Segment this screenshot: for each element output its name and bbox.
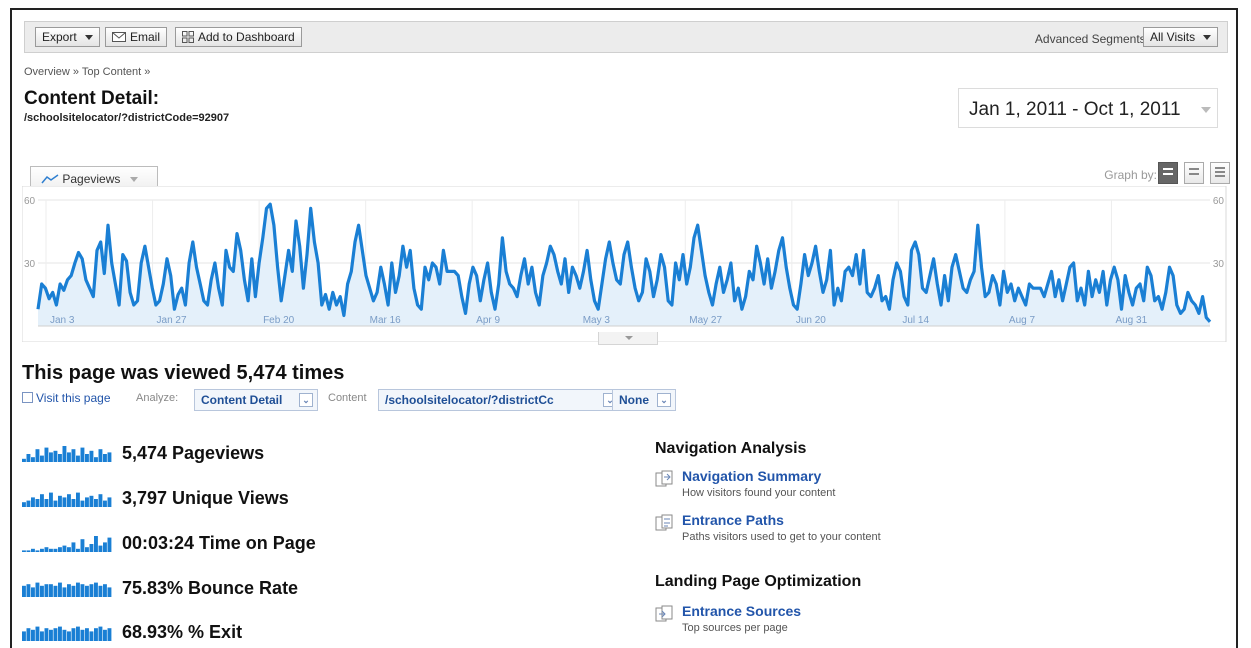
y-tick-label: 30 [1213, 259, 1225, 270]
analyze-label: Analyze: [136, 392, 179, 404]
secondary-value: None [619, 393, 649, 407]
chevron-down-icon [1203, 34, 1212, 40]
metric-row[interactable]: 75.83% Bounce Rate [22, 576, 298, 600]
visit-page-label: Visit this page [36, 391, 111, 405]
sparkline-icon [22, 582, 112, 597]
metric-text[interactable]: 00:03:24 Time on Page [122, 533, 316, 554]
content-select[interactable]: /schoolsitelocator/?districtCc ⌄ [378, 389, 622, 411]
dashboard-grid-icon [182, 31, 194, 43]
x-tick-label: Aug 31 [1115, 315, 1147, 326]
export-button-label: Export [42, 30, 77, 44]
x-tick-label: Jul 14 [902, 315, 929, 326]
x-tick-label: Mar 16 [370, 315, 402, 326]
metric-row[interactable]: 68.93% % Exit [22, 620, 242, 644]
metric-row[interactable]: 3,797 Unique Views [22, 486, 289, 510]
email-button[interactable]: Email [105, 27, 168, 47]
metric-row[interactable]: 5,474 Pageviews [22, 441, 264, 465]
metric-text[interactable]: 75.83% Bounce Rate [122, 578, 298, 599]
add-to-dashboard-button[interactable]: Add to Dashboard [175, 27, 302, 47]
metric-text[interactable]: 68.93% % Exit [122, 622, 242, 643]
chevron-down-icon [84, 34, 93, 40]
chevron-down-icon [1201, 107, 1211, 113]
viewed-count-heading: This page was viewed 5,474 times [22, 362, 345, 384]
sparkline-icon [22, 536, 112, 552]
date-range-picker[interactable]: Jan 1, 2011 - Oct 1, 2011 [958, 88, 1218, 128]
metric-text[interactable]: 5,474 Pageviews [122, 443, 264, 464]
entrance-paths-desc: Paths visitors used to get to your conte… [682, 531, 881, 543]
email-button-label: Email [130, 30, 161, 44]
graph-by-week-button[interactable] [1184, 162, 1204, 184]
double-chevron-icon: ⌄ [657, 393, 671, 407]
x-tick-label: Jun 20 [796, 315, 826, 326]
sparkline-icon [22, 446, 112, 462]
sparkline-icon [22, 626, 112, 641]
sparkline-icon [22, 492, 112, 507]
navigation-analysis-heading: Navigation Analysis [655, 440, 807, 457]
navigation-summary-icon [655, 470, 673, 487]
export-button[interactable]: Export [35, 27, 100, 47]
x-tick-label: Jan 27 [157, 315, 187, 326]
analyze-row: Visit this page Analyze: Content Detail … [22, 389, 722, 411]
tab-pageviews-label: Pageviews [62, 172, 121, 186]
visit-page-link[interactable]: Visit this page [22, 391, 111, 405]
y-tick-label: 60 [1213, 196, 1225, 207]
x-tick-label: Jan 3 [50, 315, 75, 326]
toolbar: Export Email Add to Dashboard Advanced S… [24, 21, 1228, 53]
entrance-sources-desc: Top sources per page [682, 622, 788, 634]
secondary-select[interactable]: None ⌄ [612, 389, 676, 411]
navigation-summary-desc: How visitors found your content [682, 487, 836, 499]
segments-select[interactable]: All Visits [1143, 27, 1219, 47]
navigation-summary-title: Navigation Summary [682, 468, 822, 484]
graph-by-month-button[interactable] [1210, 162, 1230, 184]
double-chevron-icon: ⌄ [299, 393, 313, 407]
entrance-sources-title: Entrance Sources [682, 603, 802, 619]
external-link-icon [22, 392, 33, 403]
content-value: /schoolsitelocator/?districtCc [385, 393, 554, 407]
x-tick-label: Aug 7 [1009, 315, 1036, 326]
page-title: Content Detail: [24, 88, 160, 109]
segments-value: All Visits [1150, 30, 1196, 44]
envelope-icon [112, 32, 126, 42]
x-tick-label: Feb 20 [263, 315, 295, 326]
x-tick-label: May 27 [689, 315, 722, 326]
page-subtitle: /schoolsitelocator/?districtCode=92907 [24, 112, 230, 124]
breadcrumb[interactable]: Overview » Top Content » [24, 66, 150, 78]
graph-by-label: Graph by: [1104, 168, 1157, 182]
dashboard-button-label: Add to Dashboard [198, 30, 295, 44]
y-tick-label: 30 [24, 259, 36, 270]
analyze-select[interactable]: Content Detail ⌄ [194, 389, 318, 411]
y-tick-label: 60 [24, 196, 36, 207]
chevron-down-icon [129, 177, 138, 183]
chart-expand-handle[interactable] [598, 332, 658, 345]
graph-by-day-button[interactable] [1158, 162, 1178, 184]
metric-text[interactable]: 3,797 Unique Views [122, 488, 289, 509]
entrance-paths-icon [655, 514, 673, 531]
content-label: Content [328, 392, 367, 404]
line-chart-icon [41, 174, 59, 184]
advanced-segments-label: Advanced Segments: [1034, 32, 1149, 46]
x-tick-label: Apr 9 [476, 315, 500, 326]
metric-row[interactable]: 00:03:24 Time on Page [22, 531, 316, 555]
analyze-value: Content Detail [201, 393, 283, 407]
date-range-value: Jan 1, 2011 - Oct 1, 2011 [969, 99, 1181, 120]
entrance-sources-icon [655, 605, 673, 622]
x-tick-label: May 3 [583, 315, 611, 326]
pageviews-chart[interactable]: 60 60 30 30 Jan 3 Jan 27 Feb 20 Mar 16 Apr 9 May … [22, 186, 1240, 342]
landing-page-optimization-heading: Landing Page Optimization [655, 573, 862, 590]
entrance-paths-title: Entrance Paths [682, 512, 784, 528]
